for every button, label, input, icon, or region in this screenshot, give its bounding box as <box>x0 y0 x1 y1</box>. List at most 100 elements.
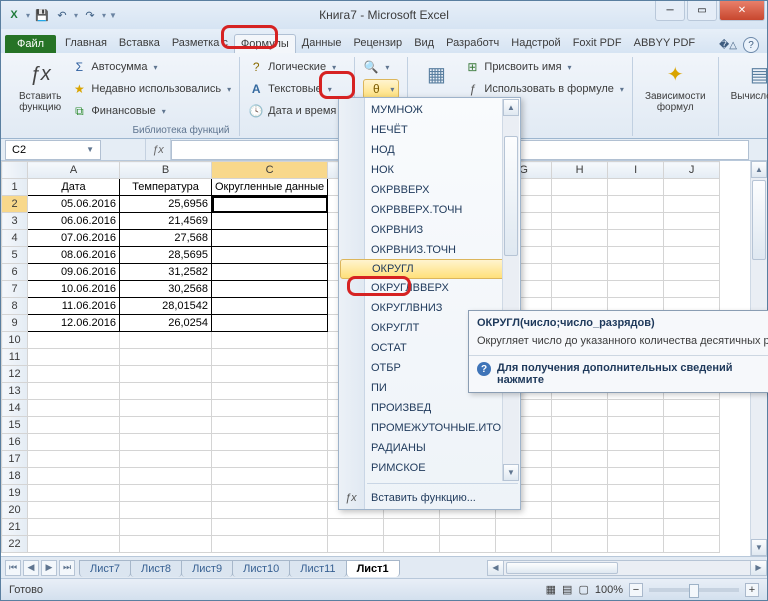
zoom-slider[interactable] <box>649 588 739 592</box>
cell-D22[interactable] <box>328 536 384 553</box>
row-header[interactable]: 3 <box>2 213 28 230</box>
cell-A2[interactable]: 05.06.2016 <box>28 196 120 213</box>
view-break-icon[interactable]: ▢ <box>578 583 588 596</box>
qat-customize-icon[interactable]: ▼ <box>109 11 115 20</box>
cell-J4[interactable] <box>664 230 720 247</box>
select-all-corner[interactable] <box>2 162 28 179</box>
view-normal-icon[interactable]: ▦ <box>546 583 556 596</box>
menu-item-окрвверх.точн[interactable]: ОКРВВЕРХ.ТОЧН <box>339 200 520 220</box>
scroll-up-button[interactable]: ▲ <box>751 161 767 178</box>
scroll-right-button[interactable]: ▶ <box>750 561 766 575</box>
row-header[interactable]: 18 <box>2 468 28 485</box>
cell-J22[interactable] <box>664 536 720 553</box>
cell-B15[interactable] <box>120 417 212 434</box>
horizontal-scrollbar[interactable]: ◀ ▶ <box>487 560 767 576</box>
text-button[interactable]: AТекстовые▾ <box>248 79 346 99</box>
sheet-first-icon[interactable]: ⏮ <box>5 560 21 576</box>
cell-A19[interactable] <box>28 485 120 502</box>
cell-B1[interactable]: Температура <box>120 179 212 196</box>
cell-I6[interactable] <box>608 264 664 281</box>
logical-button[interactable]: ?Логические▾ <box>248 57 346 77</box>
cell-B5[interactable]: 28,5695 <box>120 247 212 264</box>
tab-foxit pdf[interactable]: Foxit PDF <box>567 34 628 53</box>
cell-A17[interactable] <box>28 451 120 468</box>
menu-item-римское[interactable]: РИМСКОЕ <box>339 458 520 478</box>
cell-H3[interactable] <box>552 213 608 230</box>
cell-C18[interactable] <box>212 468 328 485</box>
tab-вставка[interactable]: Вставка <box>113 34 166 53</box>
datetime-button[interactable]: 🕓Дата и время▾ <box>248 101 346 121</box>
menu-item-нок[interactable]: НОК <box>339 160 520 180</box>
col-header-I[interactable]: I <box>608 162 664 179</box>
cell-G22[interactable] <box>496 536 552 553</box>
tab-разработч[interactable]: Разработч <box>440 34 505 53</box>
cell-I15[interactable] <box>608 417 664 434</box>
cell-A20[interactable] <box>28 502 120 519</box>
use-in-formula-button[interactable]: ƒИспользовать в формуле▾ <box>464 79 624 99</box>
row-header[interactable]: 11 <box>2 349 28 366</box>
cell-C3[interactable] <box>212 213 328 230</box>
cell-A6[interactable]: 09.06.2016 <box>28 264 120 281</box>
autosum-button[interactable]: ΣАвтосумма▾ <box>71 57 231 77</box>
menu-item-радианы[interactable]: РАДИАНЫ <box>339 438 520 458</box>
math-trig-button[interactable]: θ▾ <box>363 79 399 99</box>
row-header[interactable]: 4 <box>2 230 28 247</box>
cell-B17[interactable] <box>120 451 212 468</box>
cell-F21[interactable] <box>440 519 496 536</box>
define-name-button[interactable]: ⊞Присвоить имя▾ <box>464 57 624 77</box>
cell-J20[interactable] <box>664 502 720 519</box>
sheet-tab-лист9[interactable]: Лист9 <box>181 560 233 577</box>
cell-A14[interactable] <box>28 400 120 417</box>
cell-J5[interactable] <box>664 247 720 264</box>
cell-B7[interactable]: 30,2568 <box>120 281 212 298</box>
sheet-prev-icon[interactable]: ◀ <box>23 560 39 576</box>
cell-A21[interactable] <box>28 519 120 536</box>
row-header[interactable]: 20 <box>2 502 28 519</box>
row-header[interactable]: 14 <box>2 400 28 417</box>
cell-C16[interactable] <box>212 434 328 451</box>
cell-C7[interactable] <box>212 281 328 298</box>
cell-B2[interactable]: 25,6956 <box>120 196 212 213</box>
cell-J17[interactable] <box>664 451 720 468</box>
insert-function-menu-item[interactable]: ƒx Вставить функцию... <box>339 487 520 509</box>
menu-item-нод[interactable]: НОД <box>339 140 520 160</box>
cell-C9[interactable] <box>212 315 328 332</box>
zoom-out-button[interactable]: − <box>629 583 643 597</box>
cell-A10[interactable] <box>28 332 120 349</box>
cell-I21[interactable] <box>608 519 664 536</box>
cell-H21[interactable] <box>552 519 608 536</box>
cell-A22[interactable] <box>28 536 120 553</box>
fx-label[interactable]: ƒx <box>145 139 171 160</box>
cell-I17[interactable] <box>608 451 664 468</box>
row-header[interactable]: 17 <box>2 451 28 468</box>
row-header[interactable]: 15 <box>2 417 28 434</box>
cell-J7[interactable] <box>664 281 720 298</box>
cell-C2[interactable] <box>212 196 328 213</box>
cell-H19[interactable] <box>552 485 608 502</box>
name-manager-button[interactable]: ▦ <box>416 57 456 91</box>
cell-C1[interactable]: Округленные данные <box>212 179 328 196</box>
cell-B11[interactable] <box>120 349 212 366</box>
ribbon-minimize-icon[interactable]: �△ <box>719 40 737 51</box>
sheet-last-icon[interactable]: ⏭ <box>59 560 75 576</box>
cell-C22[interactable] <box>212 536 328 553</box>
cell-J15[interactable] <box>664 417 720 434</box>
menu-item-произвед[interactable]: ПРОИЗВЕД <box>339 398 520 418</box>
sheet-tab-лист1[interactable]: Лист1 <box>346 560 400 577</box>
menu-item-нечёт[interactable]: НЕЧЁТ <box>339 120 520 140</box>
cell-B16[interactable] <box>120 434 212 451</box>
cell-J21[interactable] <box>664 519 720 536</box>
menu-item-округл[interactable]: ОКРУГЛ <box>340 259 519 279</box>
cell-A8[interactable]: 11.06.2016 <box>28 298 120 315</box>
cell-A13[interactable] <box>28 383 120 400</box>
row-header[interactable]: 21 <box>2 519 28 536</box>
recently-used-button[interactable]: ★Недавно использовались▾ <box>71 79 231 99</box>
financial-button[interactable]: ⧉Финансовые▾ <box>71 101 231 121</box>
cell-C19[interactable] <box>212 485 328 502</box>
cell-G21[interactable] <box>496 519 552 536</box>
cell-B12[interactable] <box>120 366 212 383</box>
cell-A7[interactable]: 10.06.2016 <box>28 281 120 298</box>
cell-H16[interactable] <box>552 434 608 451</box>
cell-B21[interactable] <box>120 519 212 536</box>
cell-I5[interactable] <box>608 247 664 264</box>
